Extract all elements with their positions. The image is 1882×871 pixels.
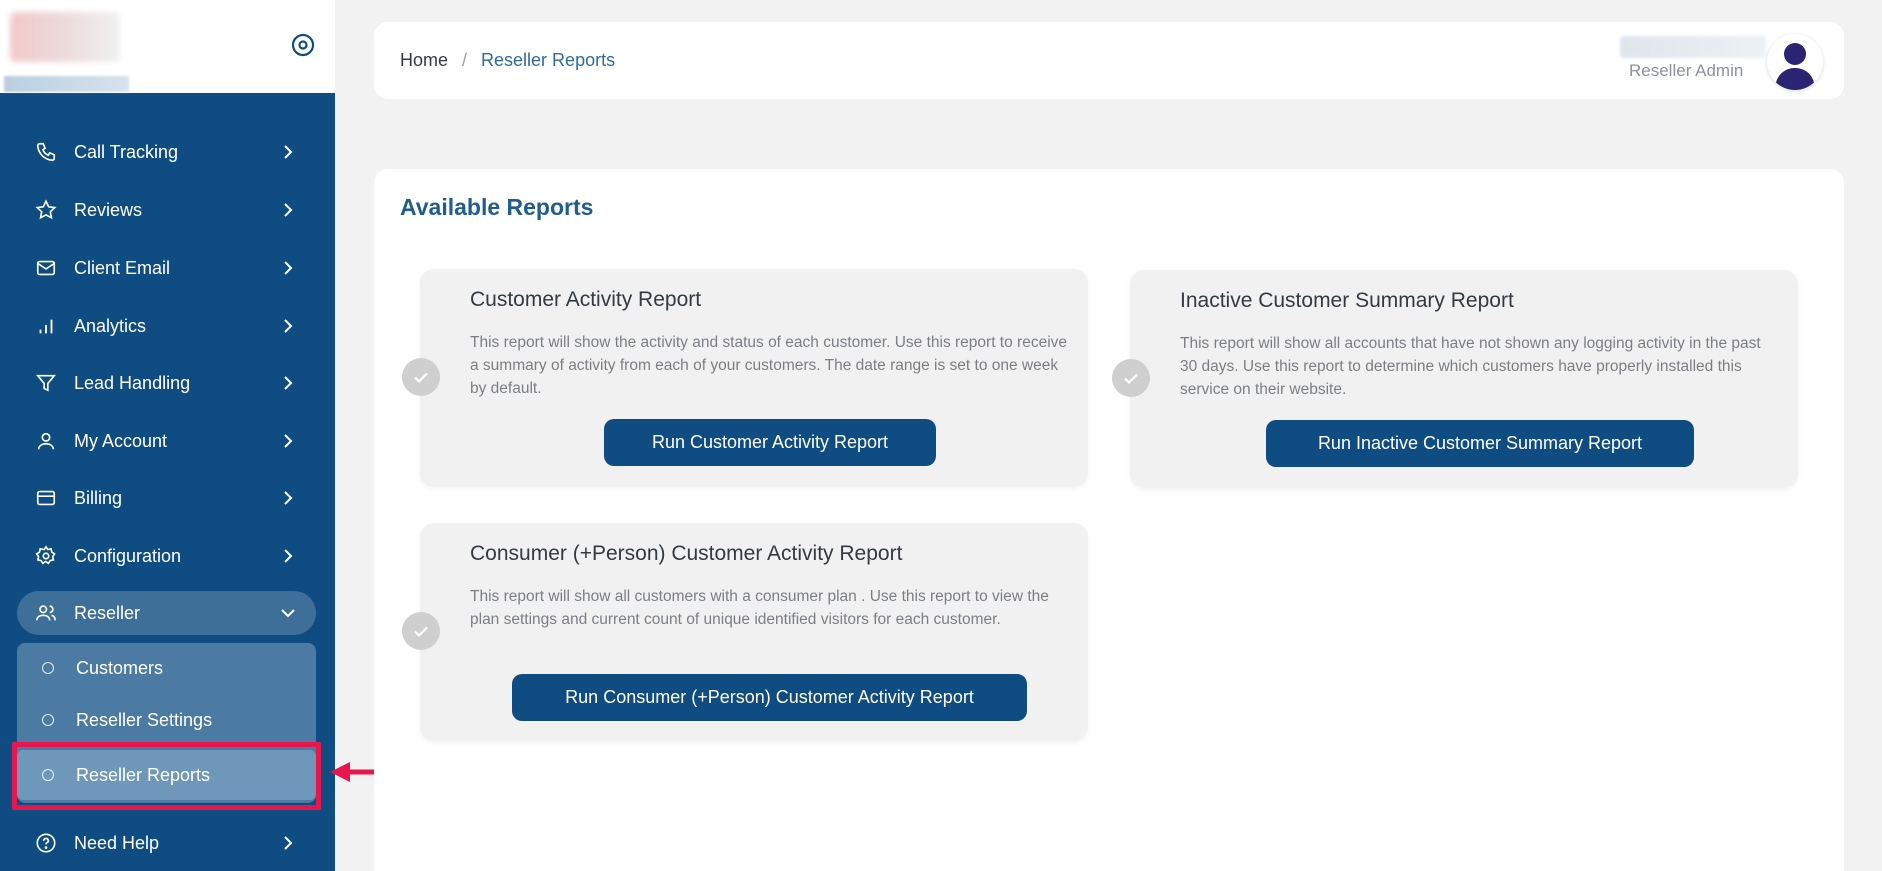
run-customer-activity-report-button[interactable]: Run Customer Activity Report <box>604 419 936 466</box>
sidebar-item-label: Call Tracking <box>74 141 179 162</box>
sidebar-item-client-email[interactable]: Client Email <box>17 246 316 290</box>
star-icon <box>34 198 58 222</box>
sidebar-item-reviews[interactable]: Reviews <box>17 188 316 232</box>
sidebar-item-label: Configuration <box>74 545 182 566</box>
sidebar-item-label: Client Email <box>74 257 171 278</box>
sidebar-item-my-account[interactable]: My Account <box>17 419 316 463</box>
sidebar-item-call-tracking[interactable]: Call Tracking <box>17 130 316 174</box>
report-title: Customer Activity Report <box>470 288 702 311</box>
chevron-right-icon <box>284 434 293 448</box>
chevron-down-icon <box>281 609 295 618</box>
user-icon <box>34 429 58 453</box>
circle-bullet-icon <box>42 662 54 674</box>
page-title: Available Reports <box>400 194 594 220</box>
sidebar-item-reseller[interactable]: Reseller <box>17 591 316 635</box>
filter-icon <box>34 371 58 395</box>
sidebar-item-configuration[interactable]: Configuration <box>17 534 316 578</box>
circle-bullet-icon <box>42 714 54 726</box>
breadcrumb: Home / Reseller Reports <box>400 50 615 71</box>
sidebar-item-label: My Account <box>74 430 168 451</box>
chevron-right-icon <box>284 145 293 159</box>
sidebar-item-label: Reviews <box>74 199 143 220</box>
sidebar: Call Tracking Reviews Client Email Analy… <box>0 0 335 871</box>
chevron-right-icon <box>284 491 293 505</box>
logo-area <box>0 0 335 93</box>
avatar[interactable] <box>1767 34 1823 90</box>
submenu-item-reseller-settings[interactable]: Reseller Settings <box>17 695 316 745</box>
checkmark-icon <box>1112 359 1150 397</box>
run-inactive-customer-summary-report-button[interactable]: Run Inactive Customer Summary Report <box>1266 420 1694 467</box>
report-description: This report will show the activity and s… <box>470 334 1068 397</box>
sidebar-item-label: Reseller <box>74 602 141 623</box>
submenu-item-label: Reseller Settings <box>76 709 213 730</box>
gear-icon <box>34 544 58 568</box>
sidebar-item-label: Billing <box>74 487 123 508</box>
chevron-right-icon <box>284 836 293 850</box>
submenu-item-label: Customers <box>76 657 164 678</box>
report-description: This report will show all customers with… <box>470 588 1049 628</box>
chevron-right-icon <box>284 319 293 333</box>
help-circle-icon <box>34 831 58 855</box>
sidebar-item-analytics[interactable]: Analytics <box>17 304 316 348</box>
sidebar-item-label: Analytics <box>74 315 147 336</box>
run-consumer-customer-activity-report-button[interactable]: Run Consumer (+Person) Customer Activity… <box>512 674 1027 721</box>
checkmark-icon <box>402 358 440 396</box>
chevron-right-icon <box>284 376 293 390</box>
sidebar-item-need-help[interactable]: Need Help <box>17 821 316 865</box>
breadcrumb-home-link[interactable]: Home <box>400 50 448 71</box>
chevron-right-icon <box>284 261 293 275</box>
sidebar-item-label: Need Help <box>74 832 160 853</box>
report-title: Inactive Customer Summary Report <box>1180 289 1514 312</box>
chevron-right-icon <box>284 549 293 563</box>
breadcrumb-separator: / <box>462 50 468 70</box>
reports-panel: Available Reports Customer Activity Repo… <box>374 169 1844 871</box>
submenu-item-customers[interactable]: Customers <box>17 643 316 693</box>
sidebar-item-lead-handling[interactable]: Lead Handling <box>17 361 316 405</box>
report-description: This report will show all accounts that … <box>1180 335 1761 398</box>
users-icon <box>34 601 58 625</box>
user-role: Reseller Admin <box>1629 61 1744 80</box>
report-card-customer-activity: Customer Activity Report This report wil… <box>402 269 1088 487</box>
sidebar-toggle-icon[interactable] <box>289 31 317 59</box>
sidebar-item-label: Lead Handling <box>74 372 191 393</box>
logo-subtitle <box>4 76 129 92</box>
bar-chart-icon <box>34 314 58 338</box>
credit-card-icon <box>34 486 58 510</box>
breadcrumb-current: Reseller Reports <box>481 50 616 70</box>
report-title: Consumer (+Person) Customer Activity Rep… <box>470 542 903 565</box>
highlight-box <box>12 742 321 810</box>
mail-icon <box>34 256 58 280</box>
logo[interactable] <box>10 12 120 62</box>
chevron-right-icon <box>284 203 293 217</box>
user-avatar-icon <box>1775 43 1815 90</box>
report-card-consumer-customer-activity: Consumer (+Person) Customer Activity Rep… <box>402 523 1088 741</box>
sidebar-item-billing[interactable]: Billing <box>17 476 316 520</box>
checkmark-icon <box>402 612 440 650</box>
user-name <box>1620 36 1766 58</box>
report-card-inactive-customer-summary: Inactive Customer Summary Report This re… <box>1112 270 1798 488</box>
top-header: Home / Reseller Reports Reseller Admin <box>374 22 1844 99</box>
phone-icon <box>34 140 58 164</box>
